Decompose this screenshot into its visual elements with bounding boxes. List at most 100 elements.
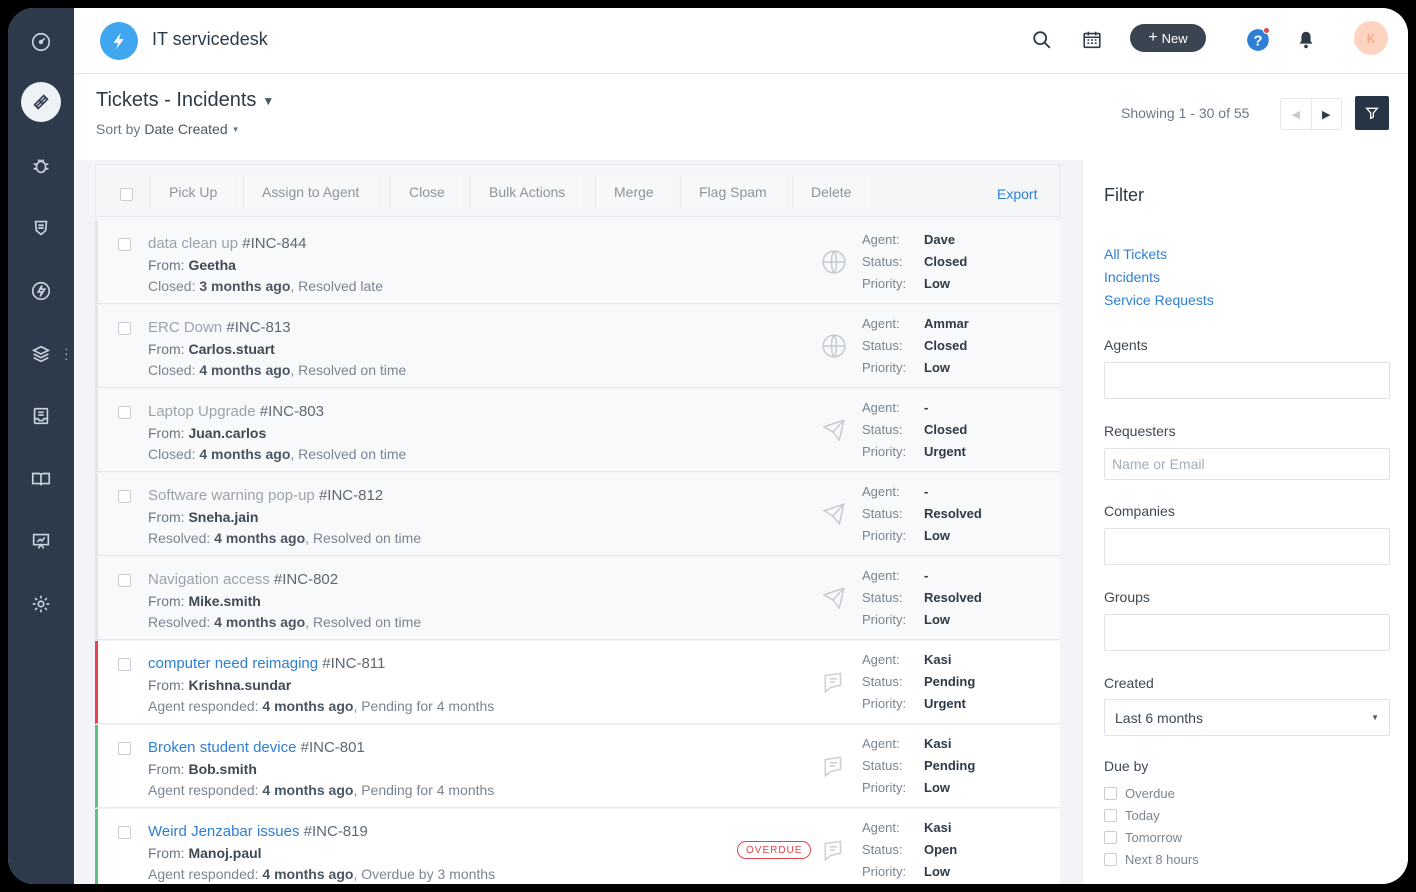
user-avatar[interactable]: K xyxy=(1354,21,1388,55)
settings-icon[interactable] xyxy=(21,584,61,624)
dashboard-icon[interactable] xyxy=(21,22,61,62)
ticket-properties: Agent: - Status: Resolved Priority: Low xyxy=(862,484,982,543)
page-title[interactable]: Tickets - Incidents ▼ xyxy=(96,89,274,112)
inbox-icon[interactable] xyxy=(21,396,61,436)
ticket-properties: Agent: Ammar Status: Closed Priority: Low xyxy=(862,316,969,375)
groups-input[interactable] xyxy=(1104,614,1390,651)
plus-icon: + xyxy=(1148,29,1158,46)
sort-selector[interactable]: Sort by Date Created ▼ xyxy=(96,121,240,137)
requesters-input[interactable]: Name or Email xyxy=(1104,448,1390,480)
left-nav-rail: · · · xyxy=(8,8,74,884)
releases-icon[interactable] xyxy=(21,271,61,311)
ticket-subject[interactable]: computer need reimaging #INC-811 xyxy=(148,655,385,672)
ticket-row[interactable]: Laptop Upgrade #INC-803 From: Juan.carlo… xyxy=(95,389,1060,472)
next-page-button[interactable]: ▶ xyxy=(1310,99,1342,129)
ticket-row[interactable]: Navigation access #INC-802 From: Mike.sm… xyxy=(95,557,1060,640)
reports-icon[interactable] xyxy=(21,521,61,561)
ticket-checkbox[interactable] xyxy=(118,406,131,419)
app-window: · · · IT servicedesk + New ? K Tickets -… xyxy=(8,8,1408,884)
prev-page-button[interactable]: ◀ xyxy=(1281,99,1311,129)
close-button[interactable]: Close xyxy=(390,176,463,208)
page-header: Tickets - Incidents ▼ Sort by Date Creat… xyxy=(74,74,1408,160)
companies-input[interactable] xyxy=(1104,528,1390,565)
export-link[interactable]: Export xyxy=(997,186,1037,202)
due-next-8-hours-checkbox[interactable]: Next 8 hours xyxy=(1104,852,1199,867)
filter-toggle-button[interactable] xyxy=(1355,96,1389,130)
requesters-label: Requesters xyxy=(1104,423,1176,439)
assign-agent-button[interactable]: Assign to Agent xyxy=(243,176,378,208)
ticket-meta: Resolved: 4 months ago, Resolved on time xyxy=(148,530,422,546)
ticket-meta: Agent responded: 4 months ago, Pending f… xyxy=(148,698,495,714)
ticket-requester: From: Carlos.stuart xyxy=(148,341,275,357)
overdue-badge: OVERDUE xyxy=(737,841,812,859)
created-select[interactable]: Last 6 months ▼ xyxy=(1104,699,1390,736)
pagination-summary: Showing 1 - 30 of 55 xyxy=(1121,105,1250,121)
ticket-checkbox[interactable] xyxy=(118,658,131,671)
ticket-properties: Agent: Kasi Status: Open Priority: Low xyxy=(862,820,958,879)
funnel-icon xyxy=(1365,107,1379,120)
due-overdue-checkbox[interactable]: Overdue xyxy=(1104,786,1175,801)
ticket-checkbox[interactable] xyxy=(118,826,131,839)
tickets-icon[interactable] xyxy=(21,82,61,122)
email-icon xyxy=(822,587,845,610)
new-button-label: New xyxy=(1161,30,1188,46)
sort-prefix: Sort by xyxy=(96,121,141,137)
assets-icon[interactable] xyxy=(21,334,61,374)
changes-icon[interactable] xyxy=(21,208,61,248)
search-icon[interactable] xyxy=(1028,26,1056,54)
filter-link-all-tickets[interactable]: All Tickets xyxy=(1104,246,1167,262)
select-all-checkbox[interactable] xyxy=(120,188,133,201)
bell-icon[interactable] xyxy=(1292,26,1320,54)
delete-button[interactable]: Delete xyxy=(792,176,870,208)
merge-button[interactable]: Merge xyxy=(595,176,672,208)
caret-down-icon: ▼ xyxy=(262,93,275,108)
filter-link-incidents[interactable]: Incidents xyxy=(1104,269,1160,285)
solutions-icon[interactable] xyxy=(21,459,61,499)
ticket-subject[interactable]: Weird Jenzabar issues #INC-819 xyxy=(148,823,368,840)
top-header: IT servicedesk + New ? K xyxy=(74,8,1408,74)
problems-icon[interactable] xyxy=(21,146,61,186)
ticket-subject[interactable]: Broken student device #INC-801 xyxy=(148,739,365,756)
chat-icon xyxy=(824,672,842,694)
ticket-subject[interactable]: data clean up #INC-844 xyxy=(148,235,306,252)
ticket-checkbox[interactable] xyxy=(118,742,131,755)
calendar-icon[interactable] xyxy=(1078,26,1106,54)
ticket-subject[interactable]: Navigation access #INC-802 xyxy=(148,571,338,588)
chat-icon xyxy=(824,840,842,862)
globe-icon xyxy=(822,250,846,274)
flag-spam-button[interactable]: Flag Spam xyxy=(680,176,785,208)
ticket-row[interactable]: data clean up #INC-844 From: Geetha Clos… xyxy=(95,221,1060,304)
due-tomorrow-checkbox[interactable]: Tomorrow xyxy=(1104,830,1182,845)
ticket-meta: Closed: 4 months ago, Resolved on time xyxy=(148,362,407,378)
ticket-meta: Closed: 4 months ago, Resolved on time xyxy=(148,446,407,462)
ticket-requester: From: Sneha.jain xyxy=(148,509,259,525)
due-today-checkbox[interactable]: Today xyxy=(1104,808,1160,823)
help-icon[interactable]: ? xyxy=(1244,26,1272,54)
ticket-checkbox[interactable] xyxy=(118,574,131,587)
ticket-row[interactable]: ERC Down #INC-813 From: Carlos.stuart Cl… xyxy=(95,305,1060,388)
chevron-right-icon: ▶ xyxy=(1322,108,1331,121)
help-notification-dot xyxy=(1263,27,1270,34)
ticket-checkbox[interactable] xyxy=(118,322,131,335)
agents-label: Agents xyxy=(1104,337,1148,353)
pick-up-button[interactable]: Pick Up xyxy=(150,176,236,208)
ticket-row[interactable]: Broken student device #INC-801 From: Bob… xyxy=(95,725,1060,808)
agents-input[interactable] xyxy=(1104,362,1390,399)
ticket-row[interactable]: Software warning pop-up #INC-812 From: S… xyxy=(95,473,1060,556)
ticket-row[interactable]: computer need reimaging #INC-811 From: K… xyxy=(95,641,1060,724)
ticket-row[interactable]: Weird Jenzabar issues #INC-819 From: Man… xyxy=(95,809,1060,884)
ticket-subject[interactable]: ERC Down #INC-813 xyxy=(148,319,291,336)
ticket-requester: From: Juan.carlos xyxy=(148,425,267,441)
filter-link-service-requests[interactable]: Service Requests xyxy=(1104,292,1214,308)
ticket-subject[interactable]: Laptop Upgrade #INC-803 xyxy=(148,403,324,420)
email-icon xyxy=(822,503,845,526)
pager: ◀ ▶ xyxy=(1280,98,1342,130)
ticket-checkbox[interactable] xyxy=(118,238,131,251)
ticket-subject[interactable]: Software warning pop-up #INC-812 xyxy=(148,487,383,504)
new-button[interactable]: + New xyxy=(1130,24,1206,52)
ticket-requester: From: Manoj.paul xyxy=(148,845,262,861)
ticket-requester: From: Geetha xyxy=(148,257,236,273)
ticket-checkbox[interactable] xyxy=(118,490,131,503)
bulk-actions-button[interactable]: Bulk Actions xyxy=(470,176,584,208)
rail-more-handle[interactable]: · · · xyxy=(64,341,69,365)
